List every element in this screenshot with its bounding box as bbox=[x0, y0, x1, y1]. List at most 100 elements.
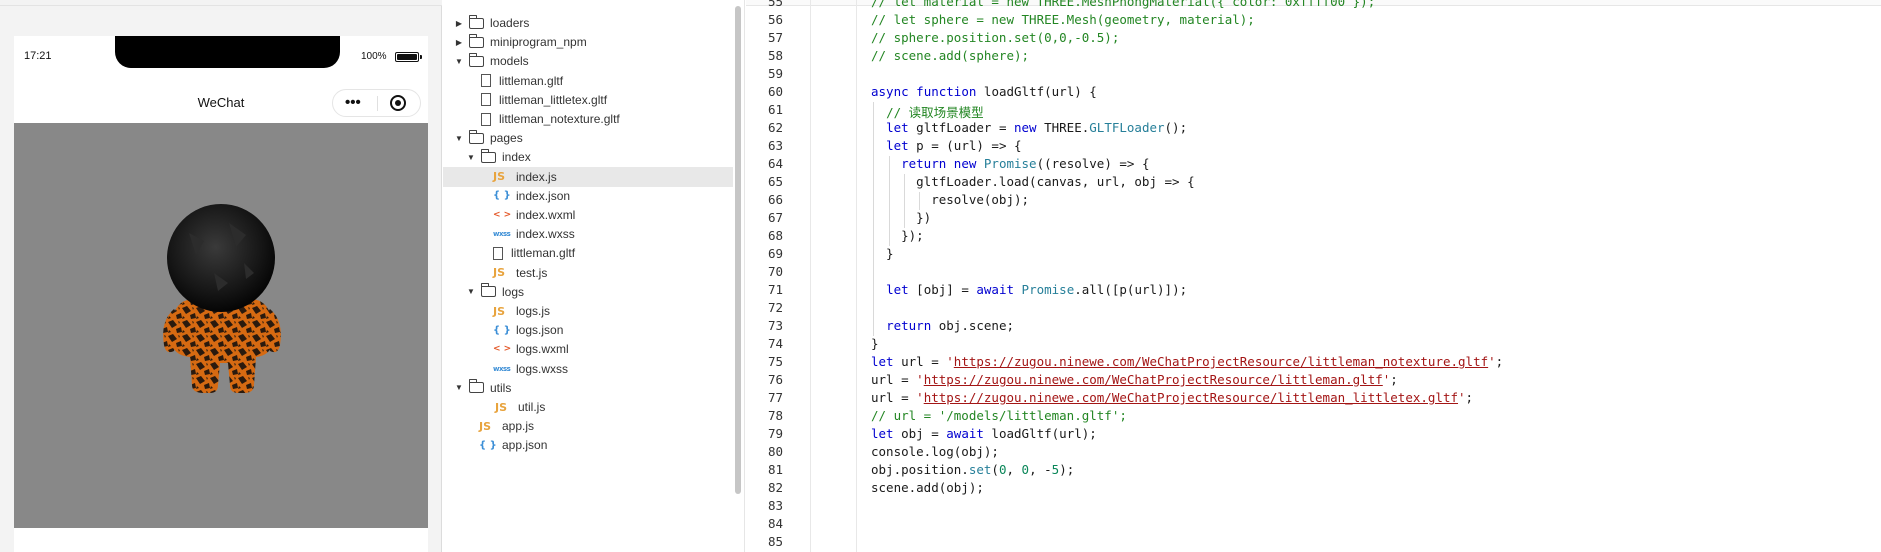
line-number: 82 bbox=[767, 480, 783, 495]
tree-item-label: index.wxml bbox=[516, 208, 576, 222]
line-number: 61 bbox=[767, 102, 783, 117]
code-line[interactable]: return obj.scene; bbox=[871, 318, 1014, 333]
code-line[interactable]: // sphere.position.set(0,0,-0.5); bbox=[871, 30, 1119, 45]
tree-item-label: logs.json bbox=[516, 323, 564, 338]
tree-file[interactable]: littleman_notexture.gltf bbox=[443, 109, 733, 129]
status-time: 17:21 bbox=[24, 50, 52, 62]
tree-folder[interactable]: ▶ loaders bbox=[443, 13, 733, 33]
line-number: 76 bbox=[767, 372, 783, 387]
code-line[interactable]: resolve(obj); bbox=[871, 192, 1029, 207]
code-line[interactable]: let gltfLoader = new THREE.GLTFLoader(); bbox=[871, 120, 1187, 135]
tree-folder[interactable]: ▼ utils bbox=[443, 378, 733, 398]
tree-file[interactable]: wxss logs.wxss bbox=[443, 359, 733, 379]
tree-item-label: littleman_notexture.gltf bbox=[499, 112, 620, 126]
tree-file[interactable]: { } app.json bbox=[443, 435, 733, 455]
tree-folder[interactable]: ▼ index bbox=[443, 147, 733, 167]
code-line[interactable]: gltfLoader.load(canvas, url, obj => { bbox=[871, 174, 1194, 189]
tree-file[interactable]: JS app.js bbox=[443, 416, 733, 436]
tree-file[interactable]: littleman.gltf bbox=[443, 243, 733, 263]
code-line[interactable]: scene.add(obj); bbox=[871, 480, 984, 495]
line-number: 68 bbox=[767, 228, 783, 243]
tree-file[interactable]: JS util.js bbox=[443, 397, 733, 417]
tree-file[interactable]: wxss index.wxss bbox=[443, 224, 733, 244]
line-number: 77 bbox=[767, 390, 783, 405]
indent-guide bbox=[904, 174, 905, 228]
code-line[interactable]: }); bbox=[871, 228, 924, 243]
code-line[interactable]: // let material = new THREE.MeshPhongMat… bbox=[871, 0, 1375, 9]
more-dots-icon[interactable]: ••• bbox=[345, 95, 361, 110]
line-number: 60 bbox=[767, 84, 783, 99]
file-icon bbox=[481, 74, 491, 88]
code-line[interactable]: return new Promise((resolve) => { bbox=[871, 156, 1149, 171]
line-number: 65 bbox=[767, 174, 783, 189]
tree-item-label: logs.wxss bbox=[516, 361, 569, 376]
tree-file[interactable]: { } index.json bbox=[443, 186, 733, 206]
code-line[interactable]: } bbox=[871, 336, 879, 351]
tree-file[interactable]: { } logs.json bbox=[443, 320, 733, 340]
threejs-canvas[interactable] bbox=[14, 123, 428, 528]
explorer-scrollbar[interactable] bbox=[735, 6, 741, 494]
code-line[interactable]: // 读取场景模型 bbox=[871, 102, 984, 121]
tree-file[interactable]: JS logs.js bbox=[443, 301, 733, 321]
code-editor[interactable]: 55 56 57 58 59 60 61 62 63 64 65 66 67 68 69 70 71 72 73 74… bbox=[746, 0, 1881, 552]
tree-item-label: littleman.gltf bbox=[499, 73, 564, 88]
code-line[interactable]: // let sphere = new THREE.Mesh(geometry,… bbox=[871, 12, 1255, 27]
ide-window: 17:21 100% WeChat ••• ▶ loaders ▶ minipr… bbox=[0, 0, 1881, 552]
chevron-down-icon[interactable]: ▼ bbox=[453, 57, 465, 66]
file-icon bbox=[481, 93, 491, 107]
folder-icon bbox=[481, 148, 496, 163]
chevron-down-icon[interactable]: ▼ bbox=[453, 383, 465, 392]
code-line[interactable]: url = 'https://zugou.ninewe.com/WeChatPr… bbox=[871, 372, 1398, 387]
code-line[interactable]: let [obj] = await Promise.all([p(url)]); bbox=[871, 282, 1187, 297]
nav-bar: WeChat ••• bbox=[14, 84, 428, 122]
line-number: 57 bbox=[767, 30, 783, 45]
code-line[interactable]: }) bbox=[871, 210, 931, 225]
tree-folder[interactable]: ▼ pages bbox=[443, 128, 733, 148]
line-number: 75 bbox=[767, 354, 783, 369]
tree-folder[interactable]: ▼ models bbox=[443, 51, 733, 71]
code-line[interactable]: let obj = await loadGltf(url); bbox=[871, 426, 1097, 441]
tree-folder[interactable]: ▼ logs bbox=[443, 282, 733, 302]
line-number: 85 bbox=[767, 534, 783, 549]
tree-item-label: miniprogram_npm bbox=[490, 35, 587, 50]
menu-capsule: ••• bbox=[332, 89, 421, 117]
phone-screen[interactable]: 17:21 100% WeChat ••• bbox=[14, 36, 428, 552]
tree-file[interactable]: < > logs.wxml bbox=[443, 339, 733, 359]
code-line[interactable]: // url = '/models/littleman.gltf'; bbox=[871, 408, 1127, 423]
tree-item-label: logs.js bbox=[516, 304, 551, 318]
chevron-right-icon[interactable]: ▶ bbox=[453, 38, 465, 47]
wxml-file-icon: < > bbox=[493, 210, 512, 220]
file-explorer: ▶ loaders ▶ miniprogram_npm ▼ models littleman… bbox=[443, 0, 745, 552]
tree-file[interactable]: littleman.gltf bbox=[443, 71, 733, 91]
code-line[interactable]: console.log(obj); bbox=[871, 444, 999, 459]
simulator-panel: 17:21 100% WeChat ••• bbox=[0, 0, 442, 552]
tree-file[interactable]: littleman_littletex.gltf bbox=[443, 90, 733, 110]
json-file-icon: { } bbox=[493, 190, 511, 202]
line-number: 83 bbox=[767, 498, 783, 513]
code-line[interactable]: } bbox=[871, 246, 894, 261]
chevron-down-icon[interactable]: ▼ bbox=[465, 153, 477, 162]
battery-tip bbox=[420, 55, 422, 59]
code-line[interactable]: async function loadGltf(url) { bbox=[871, 84, 1097, 99]
tree-item-label: test.js bbox=[516, 265, 548, 280]
line-number: 62 bbox=[767, 120, 783, 135]
tree-file[interactable]: < > index.wxml bbox=[443, 205, 733, 225]
code-line[interactable]: url = 'https://zugou.ninewe.com/WeChatPr… bbox=[871, 390, 1473, 405]
tree-item-label: pages bbox=[490, 131, 523, 146]
code-line[interactable]: let p = (url) => { bbox=[871, 138, 1021, 153]
folder-icon bbox=[469, 14, 484, 29]
chevron-down-icon[interactable]: ▼ bbox=[465, 287, 477, 296]
tree-item-label: littleman.gltf bbox=[511, 246, 576, 261]
code-line[interactable]: // scene.add(sphere); bbox=[871, 48, 1029, 63]
code-line[interactable]: let url = 'https://zugou.ninewe.com/WeCh… bbox=[871, 354, 1503, 369]
chevron-right-icon[interactable]: ▶ bbox=[453, 19, 465, 28]
chevron-down-icon[interactable]: ▼ bbox=[453, 134, 465, 143]
close-target-icon[interactable] bbox=[390, 95, 406, 111]
tree-file[interactable]: JS index.js bbox=[443, 166, 733, 187]
wxss-file-icon: wxss bbox=[493, 364, 511, 373]
tree-folder[interactable]: ▶ miniprogram_npm bbox=[443, 32, 733, 52]
code-line[interactable]: obj.position.set(0, 0, -5); bbox=[871, 462, 1074, 477]
tree-file[interactable]: JS test.js bbox=[443, 263, 733, 283]
json-file-icon: { } bbox=[479, 439, 497, 451]
folder-icon bbox=[469, 52, 484, 67]
